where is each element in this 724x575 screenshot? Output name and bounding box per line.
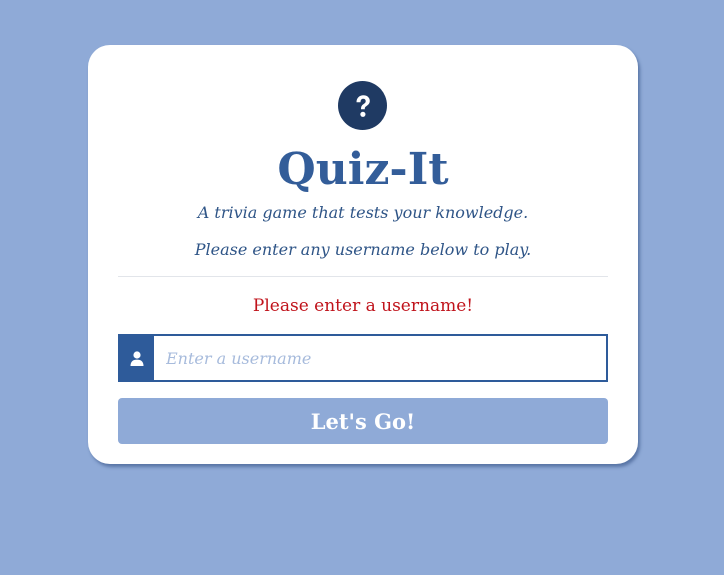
tagline: A trivia game that tests your knowledge. [197,203,529,222]
user-icon [120,336,154,380]
username-input-group [118,334,608,382]
error-message: Please enter a username! [252,296,474,316]
page-title: Quiz-It [277,144,449,195]
divider [118,276,608,277]
login-card: Quiz-It A trivia game that tests your kn… [88,45,638,464]
username-input[interactable] [154,336,606,380]
question-circle-icon [338,81,387,130]
instructions-text: Please enter any username below to play. [194,240,532,259]
lets-go-button[interactable]: Let's Go! [118,398,608,444]
